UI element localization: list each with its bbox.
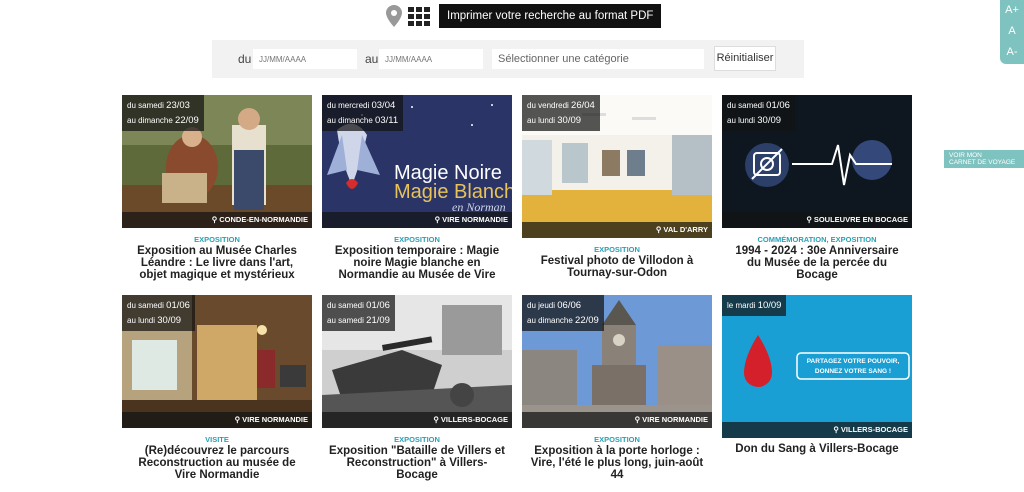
- event-image[interactable]: du jeudi 06/06 au dimanche 22/09 ⚲ VIRE N…: [522, 295, 712, 428]
- location-pin-icon: ⚲: [434, 215, 441, 224]
- blood-donation-image: PARTAGEZ VOTRE POUVOIR, DONNEZ VOTRE SAN…: [722, 295, 912, 438]
- carnet-line2: CARNET DE VOYAGE: [949, 159, 1016, 166]
- event-category: VISITE: [205, 435, 229, 444]
- event-card[interactable]: du samedi 01/06 au samedi 21/09 ⚲ VILLERS…: [322, 295, 512, 485]
- event-image[interactable]: Magie Noire Magie Blanche en Norman du m…: [322, 95, 512, 228]
- location-pin-icon: ⚲: [211, 215, 218, 224]
- location-pin-icon: ⚲: [433, 415, 439, 424]
- location-pin-icon: ⚲: [234, 415, 241, 424]
- event-dates: du samedi 01/06 au lundi 30/09: [122, 295, 195, 331]
- to-label: au: [365, 52, 379, 66]
- event-dates: du samedi 01/06 au lundi 30/09: [722, 95, 795, 131]
- event-title[interactable]: Exposition temporaire : Magie noire Magi…: [328, 245, 506, 281]
- category-select[interactable]: Sélectionner une catégorie: [492, 49, 704, 69]
- event-title[interactable]: Don du Sang à Villers-Bocage: [728, 443, 906, 455]
- grid-view-icon[interactable]: [408, 7, 430, 26]
- event-dates: du samedi 23/03 au dimanche 22/09: [122, 95, 204, 131]
- location-pin-icon: ⚲: [806, 215, 812, 224]
- event-location: ⚲ VAL D'ARRY: [522, 222, 712, 238]
- location-pin-icon: ⚲: [655, 225, 662, 234]
- event-dates: le mardi 10/09: [722, 295, 787, 316]
- toolbar: Imprimer votre recherche au format PDF: [0, 4, 1024, 28]
- svg-text:PARTAGEZ VOTRE POUVOIR,: PARTAGEZ VOTRE POUVOIR,: [807, 358, 900, 365]
- event-location: ⚲ VILLERS-BOCAGE: [322, 412, 512, 428]
- event-category: EXPOSITION: [594, 435, 640, 444]
- event-category: COMMÉMORATION, EXPOSITION: [757, 235, 877, 244]
- event-category: EXPOSITION: [194, 235, 240, 244]
- carnet-line1: VOIR MON: [949, 152, 982, 159]
- event-card[interactable]: du samedi 01/06 au lundi 30/09 ⚲ VIRE NOR…: [122, 295, 312, 485]
- event-title[interactable]: Festival photo de Villodon à Tournay-sur…: [528, 255, 706, 279]
- event-image[interactable]: du samedi 23/03 au dimanche 22/09 ⚲ CONDE…: [122, 95, 312, 228]
- from-date-input[interactable]: [253, 49, 357, 69]
- event-image[interactable]: du samedi 01/06 au lundi 30/09 ⚲ SOULEUVR…: [722, 95, 912, 228]
- event-category: EXPOSITION: [394, 435, 440, 444]
- event-card[interactable]: PARTAGEZ VOTRE POUVOIR, DONNEZ VOTRE SAN…: [722, 295, 912, 485]
- reset-button[interactable]: Réinitialiser: [714, 46, 776, 71]
- svg-text:DONNEZ VOTRE SANG !: DONNEZ VOTRE SANG !: [815, 368, 891, 375]
- event-title[interactable]: 1994 - 2024 : 30e Anniversaire du Musée …: [728, 245, 906, 281]
- map-pin-icon[interactable]: [386, 5, 402, 27]
- event-dates: du samedi 01/06 au samedi 21/09: [322, 295, 395, 331]
- event-location: ⚲ VIRE NORMANDIE: [322, 212, 512, 228]
- event-dates: du mercredi 03/04 au dimanche 03/11: [322, 95, 404, 131]
- font-increase-button[interactable]: A+: [1000, 0, 1024, 21]
- event-location: ⚲ SOULEUVRE EN BOCAGE: [722, 212, 912, 228]
- font-normal-button[interactable]: A: [1000, 21, 1024, 42]
- event-card[interactable]: du vendredi 26/04 au lundi 30/09 ⚲ VAL D'…: [522, 95, 712, 285]
- event-image[interactable]: du samedi 01/06 au samedi 21/09 ⚲ VILLERS…: [322, 295, 512, 428]
- event-category: EXPOSITION: [394, 235, 440, 244]
- filter-bar: du au Sélectionner une catégorie Réiniti…: [212, 40, 804, 78]
- event-card[interactable]: du samedi 01/06 au lundi 30/09 ⚲ SOULEUVR…: [722, 95, 912, 285]
- event-title[interactable]: Exposition au Musée Charles Léandre : Le…: [128, 245, 306, 281]
- event-title[interactable]: Exposition "Bataille de Villers et Recon…: [328, 445, 506, 481]
- travel-diary-button[interactable]: VOIR MON CARNET DE VOYAGE: [944, 150, 1024, 168]
- event-dates: du vendredi 26/04 au lundi 30/09: [522, 95, 600, 131]
- event-location: ⚲ VILLERS-BOCAGE: [722, 422, 912, 438]
- font-decrease-button[interactable]: A-: [1000, 42, 1024, 63]
- event-card[interactable]: Magie Noire Magie Blanche en Norman du m…: [322, 95, 512, 285]
- event-image[interactable]: du vendredi 26/04 au lundi 30/09 ⚲ VAL D'…: [522, 95, 712, 238]
- from-label: du: [238, 52, 252, 66]
- event-image[interactable]: du samedi 01/06 au lundi 30/09 ⚲ VIRE NOR…: [122, 295, 312, 428]
- event-location: ⚲ CONDE-EN-NORMANDIE: [122, 212, 312, 228]
- event-title[interactable]: (Re)découvrez le parcours Reconstruction…: [128, 445, 306, 481]
- event-location: ⚲ VIRE NORMANDIE: [522, 412, 712, 428]
- event-category: EXPOSITION: [594, 245, 640, 254]
- location-pin-icon: ⚲: [634, 415, 641, 424]
- event-location: ⚲ VIRE NORMANDIE: [122, 412, 312, 428]
- event-title[interactable]: Exposition à la porte horloge : Vire, l'…: [528, 445, 706, 481]
- location-pin-icon: ⚲: [833, 425, 839, 434]
- event-card[interactable]: du jeudi 06/06 au dimanche 22/09 ⚲ VIRE N…: [522, 295, 712, 485]
- print-pdf-button[interactable]: Imprimer votre recherche au format PDF: [439, 4, 662, 28]
- font-size-panel: A+ A A-: [1000, 0, 1024, 64]
- to-date-input[interactable]: [379, 49, 483, 69]
- event-card[interactable]: du samedi 23/03 au dimanche 22/09 ⚲ CONDE…: [122, 95, 312, 285]
- event-image[interactable]: PARTAGEZ VOTRE POUVOIR, DONNEZ VOTRE SAN…: [722, 295, 912, 438]
- event-dates: du jeudi 06/06 au dimanche 22/09: [522, 295, 604, 331]
